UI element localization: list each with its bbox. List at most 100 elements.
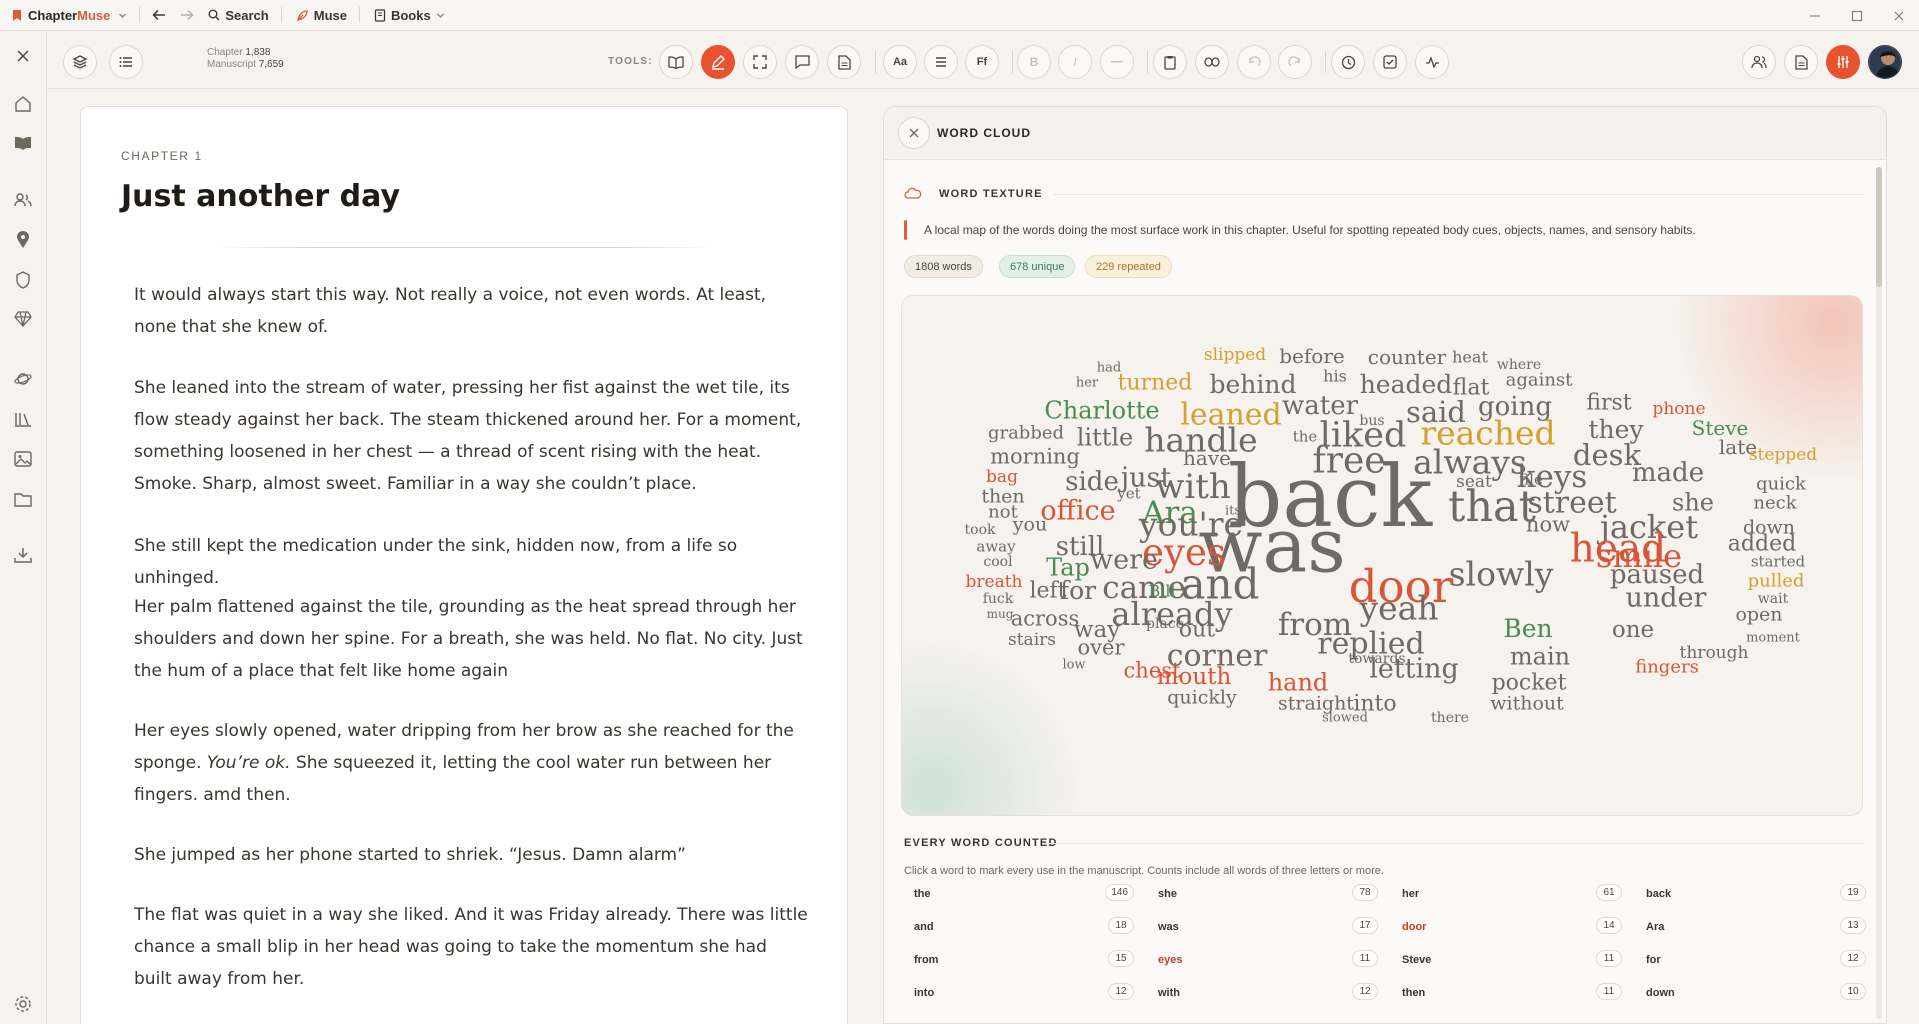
cloud-word[interactable]: moment (1746, 631, 1801, 646)
paragraph[interactable]: Her palm flattened against the tile, gro… (134, 591, 809, 687)
word-count-row[interactable]: back 19 (1636, 884, 1866, 904)
cloud-word[interactable]: fuck (983, 591, 1014, 607)
cloud-word[interactable]: slipped (1204, 345, 1266, 365)
link-button[interactable] (1195, 45, 1229, 79)
cloud-word[interactable]: over (1078, 635, 1126, 659)
cloud-word[interactable]: slowly (1449, 555, 1554, 594)
cloud-word[interactable]: first (1586, 391, 1631, 416)
cloud-word[interactable]: stepped (1749, 445, 1817, 465)
cloud-word[interactable]: morning (990, 444, 1080, 468)
word-count-row[interactable]: eyes 11 (1148, 950, 1378, 970)
home-icon[interactable] (12, 93, 34, 115)
cloud-word[interactable]: cool (983, 554, 1013, 570)
cloud-word[interactable]: turned (1118, 371, 1193, 396)
close-panel-button[interactable] (898, 117, 930, 149)
word-count-row[interactable]: into 12 (904, 983, 1134, 1003)
cloud-word[interactable]: his (1323, 367, 1347, 386)
outline-button[interactable] (109, 45, 143, 79)
cloud-word[interactable]: quick (1756, 473, 1807, 494)
books-button[interactable]: Books (374, 8, 445, 23)
cloud-word[interactable]: fingers (1635, 656, 1699, 677)
settings-gear-icon[interactable] (12, 993, 34, 1015)
paragraph[interactable]: Her eyes slowly opened, water dripping f… (134, 715, 809, 811)
cloud-word[interactable]: one (1612, 617, 1654, 643)
checklist-button[interactable] (1373, 45, 1407, 79)
cloud-word[interactable]: office (1040, 495, 1115, 526)
read-mode-button[interactable] (659, 45, 693, 79)
cloud-word[interactable]: her (1076, 376, 1099, 391)
cloud-word[interactable]: away (976, 537, 1016, 555)
cloud-word[interactable]: bag (986, 467, 1018, 487)
panel-scrollbar-thumb[interactable] (1876, 167, 1882, 287)
cloud-word[interactable]: counter (1368, 345, 1447, 369)
cloud-word[interactable]: breath (966, 572, 1023, 592)
open-book-icon[interactable] (12, 132, 34, 154)
word-count-row[interactable]: Ara 13 (1636, 917, 1866, 937)
paragraph[interactable]: She still kept the medication under the … (134, 530, 809, 594)
word-count-row[interactable]: down 10 (1636, 983, 1866, 1003)
chevron-down-icon[interactable] (118, 11, 127, 20)
cloud-word[interactable]: against (1506, 369, 1574, 390)
cloud-word[interactable]: neck (1753, 492, 1797, 513)
forward-arrow-icon[interactable] (180, 9, 194, 21)
italic-button[interactable]: I (1058, 45, 1092, 79)
cloud-word[interactable]: that (1448, 482, 1536, 532)
cloud-word[interactable]: low (1062, 658, 1085, 673)
download-icon[interactable] (12, 544, 34, 566)
cloud-word[interactable]: grabbed (988, 422, 1064, 443)
bold-button[interactable]: B (1017, 45, 1051, 79)
planet-icon[interactable] (12, 368, 34, 390)
word-count-row[interactable]: then 11 (1392, 983, 1622, 1003)
cloud-word[interactable]: open (1735, 604, 1782, 626)
cloud-word[interactable]: heat (1452, 348, 1488, 367)
cloud-word[interactable]: under (1626, 582, 1707, 613)
paragraph[interactable]: The flat was quiet in a way she liked. A… (134, 899, 809, 995)
image-icon[interactable] (12, 448, 34, 470)
cloud-word[interactable]: took (965, 522, 996, 538)
layers-button[interactable] (63, 45, 97, 79)
minimize-button[interactable] (1795, 0, 1835, 31)
cloud-word[interactable]: slowed (1322, 711, 1368, 726)
word-count-row[interactable]: she 78 (1148, 884, 1378, 904)
redo-button[interactable] (1278, 45, 1312, 79)
cloud-word[interactable]: started (1751, 552, 1806, 570)
cloud-word[interactable]: made (1632, 458, 1704, 488)
strikethrough-button[interactable] (1100, 45, 1134, 79)
write-mode-button[interactable] (701, 45, 735, 79)
cloud-word[interactable]: pulled (1748, 570, 1805, 591)
word-count-row[interactable]: door 14 (1392, 917, 1622, 937)
panel-settings-button[interactable] (1826, 45, 1860, 79)
focus-mode-button[interactable] (743, 45, 777, 79)
cloud-word[interactable]: across (1011, 606, 1080, 630)
word-count-row[interactable]: for 12 (1636, 950, 1866, 970)
cloud-word[interactable]: without (1490, 693, 1564, 715)
cloud-word[interactable]: Charlotte (1044, 396, 1159, 424)
app-brand[interactable]: Chapter Muse (12, 8, 127, 23)
back-arrow-icon[interactable] (152, 9, 166, 21)
location-pin-icon[interactable] (12, 229, 34, 251)
word-count-row[interactable]: her 61 (1392, 884, 1622, 904)
cloud-word[interactable]: stairs (1008, 630, 1056, 650)
close-sidebar-icon[interactable] (12, 45, 34, 67)
library-icon[interactable] (12, 408, 34, 430)
cloud-word[interactable]: side (1065, 467, 1119, 497)
font-size-button[interactable]: Aa (883, 45, 917, 79)
shield-icon[interactable] (12, 269, 34, 291)
paragraph[interactable]: It would always start this way. Not real… (134, 279, 809, 343)
search-button[interactable]: Search (208, 8, 269, 23)
avatar[interactable] (1868, 45, 1902, 79)
analytics-button[interactable] (1415, 45, 1449, 79)
comment-button[interactable] (785, 45, 819, 79)
export-doc-button[interactable] (1784, 45, 1818, 79)
font-family-button[interactable]: Ff (965, 45, 999, 79)
cloud-word[interactable]: letting (1369, 653, 1459, 684)
cloud-word[interactable]: for (1060, 576, 1096, 605)
cloud-word[interactable]: there (1431, 710, 1469, 726)
cloud-word[interactable]: before (1279, 344, 1344, 368)
editor-page[interactable]: CHAPTER 1 Just another day It would alwa… (80, 106, 848, 1024)
close-window-button[interactable] (1879, 0, 1919, 31)
paragraph[interactable]: She jumped as her phone started to shrie… (134, 839, 809, 871)
cloud-word[interactable]: quickly (1167, 687, 1237, 709)
word-count-row[interactable]: the 146 (904, 884, 1134, 904)
cloud-word[interactable]: you (1012, 514, 1047, 536)
